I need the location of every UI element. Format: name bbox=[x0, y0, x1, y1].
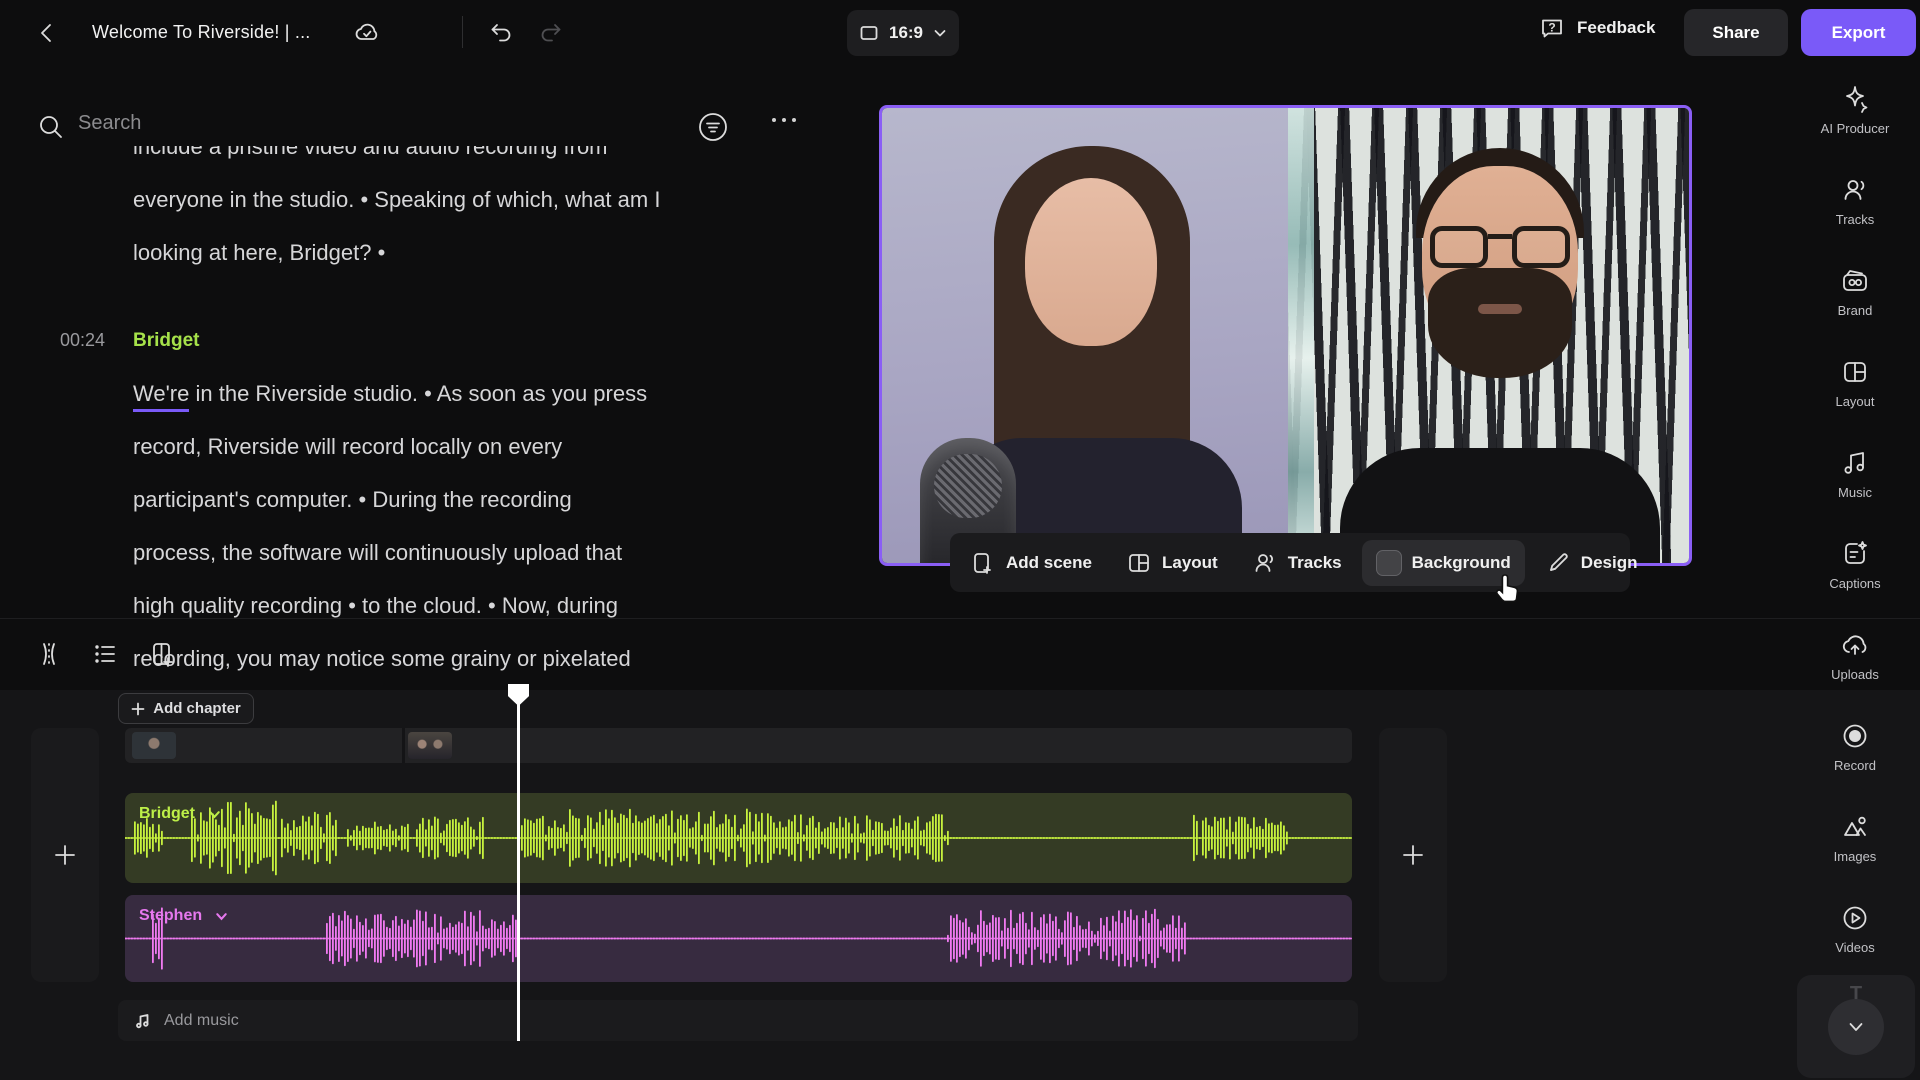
transcript-segment-header: 00:24 Bridget bbox=[60, 314, 760, 367]
playhead[interactable] bbox=[517, 700, 520, 1041]
sidebar-item-record[interactable]: Record bbox=[1790, 721, 1920, 791]
sidebar-collapse-button[interactable] bbox=[1828, 999, 1884, 1055]
highlighted-word[interactable]: We're bbox=[133, 381, 189, 412]
filter-icon[interactable] bbox=[696, 110, 730, 144]
export-button[interactable]: Export bbox=[1801, 9, 1916, 56]
add-track-left-button[interactable] bbox=[31, 728, 99, 982]
add-track-right-button[interactable] bbox=[1379, 728, 1447, 982]
add-scene-button[interactable]: Add scene bbox=[970, 550, 1092, 576]
transcript-panel[interactable]: include a pristine video and audio recor… bbox=[60, 146, 760, 676]
add-scene-icon bbox=[970, 550, 996, 576]
riverside-editor: Welcome To Riverside! | ... 16:9 ? Feedb… bbox=[0, 0, 1920, 1080]
bridget-waveform bbox=[125, 793, 1352, 883]
search-input[interactable] bbox=[78, 112, 438, 135]
tracks-button[interactable]: Tracks bbox=[1252, 550, 1342, 576]
more-options-icon[interactable] bbox=[772, 118, 796, 122]
add-scene-view-icon[interactable] bbox=[146, 637, 180, 671]
chevron-down-icon[interactable] bbox=[214, 909, 229, 924]
layout-icon bbox=[1126, 550, 1152, 576]
transcript-line[interactable]: record, Riverside will record locally on… bbox=[133, 420, 723, 473]
track-label-bridget[interactable]: Bridget bbox=[139, 805, 222, 823]
layout-button[interactable]: Layout bbox=[1126, 550, 1218, 576]
scene-thumbnail-1[interactable] bbox=[132, 732, 176, 759]
sidebar-item-music[interactable]: Music bbox=[1790, 448, 1920, 518]
speaker-video-stephen bbox=[1288, 108, 1692, 563]
undo-button[interactable] bbox=[486, 18, 516, 48]
redo-button[interactable] bbox=[536, 18, 566, 48]
help-bubble-icon: ? bbox=[1538, 14, 1566, 42]
video-preview[interactable] bbox=[879, 105, 1692, 566]
svg-text:?: ? bbox=[1548, 21, 1555, 35]
sidebar-item-tracks[interactable]: Tracks bbox=[1790, 175, 1920, 245]
segment-timestamp[interactable]: 00:24 bbox=[60, 314, 105, 367]
layout-icon bbox=[1840, 357, 1870, 387]
speaker-video-bridget bbox=[882, 108, 1288, 563]
project-title[interactable]: Welcome To Riverside! | ... bbox=[92, 22, 310, 43]
record-icon bbox=[1840, 721, 1870, 751]
captions-icon bbox=[1840, 539, 1870, 569]
design-pen-icon bbox=[1545, 550, 1571, 576]
feedback-label: Feedback bbox=[1577, 18, 1655, 38]
share-button[interactable]: Share bbox=[1684, 9, 1788, 56]
chevron-down-icon bbox=[1846, 1017, 1866, 1037]
track-label-stephen[interactable]: Stephen bbox=[139, 907, 229, 925]
preview-toolbar: Add scene Layout Tracks Background Desig… bbox=[950, 533, 1630, 592]
transcript-search-row bbox=[36, 110, 796, 146]
transcript-line[interactable]: participant's computer. • During the rec… bbox=[133, 473, 723, 526]
playhead-handle[interactable] bbox=[508, 684, 529, 706]
plus-icon bbox=[131, 702, 145, 716]
add-chapter-button[interactable]: Add chapter bbox=[118, 693, 254, 724]
controls-row: 00:24 / 01:16 Hide timeline bbox=[0, 618, 1920, 690]
list-view-icon[interactable] bbox=[88, 637, 122, 671]
sidebar-item-videos[interactable]: Videos bbox=[1790, 903, 1920, 973]
image-icon bbox=[1839, 812, 1871, 842]
transcript-line-clipped[interactable]: include a pristine video and audio recor… bbox=[133, 146, 723, 173]
sidebar-item-ai-producer[interactable]: AI Producer bbox=[1790, 84, 1920, 154]
sidebar-item-brand[interactable]: Brand bbox=[1790, 266, 1920, 336]
cursor-pointer bbox=[1494, 572, 1524, 606]
topbar-divider bbox=[462, 16, 463, 48]
people-icon bbox=[1840, 175, 1870, 205]
search-icon bbox=[36, 112, 66, 142]
feedback-button[interactable]: ? Feedback bbox=[1538, 14, 1655, 42]
scene-divider bbox=[402, 728, 405, 763]
stephen-waveform bbox=[125, 895, 1352, 982]
sparkle-icon bbox=[1840, 84, 1870, 114]
transcript-line[interactable]: everyone in the studio. • Speaking of wh… bbox=[133, 173, 723, 226]
transcript-line[interactable]: looking at here, Bridget? • bbox=[133, 226, 723, 279]
back-button[interactable] bbox=[32, 18, 62, 48]
scene-strip[interactable] bbox=[125, 728, 1352, 763]
trim-split-icon[interactable] bbox=[32, 637, 66, 671]
aspect-ratio-dropdown[interactable]: 16:9 bbox=[847, 10, 959, 56]
video-play-icon bbox=[1840, 903, 1870, 933]
timeline: Add chapter Bridget Stephen bbox=[0, 690, 1920, 1080]
tracks-people-icon bbox=[1252, 550, 1278, 576]
top-bar: Welcome To Riverside! | ... 16:9 ? Feedb… bbox=[0, 0, 1920, 66]
segment-speaker-name[interactable]: Bridget bbox=[133, 314, 200, 367]
aspect-rect-icon bbox=[858, 22, 880, 44]
music-note-icon bbox=[134, 1012, 152, 1030]
scene-thumbnail-2[interactable] bbox=[408, 732, 452, 759]
chevron-down-icon[interactable] bbox=[207, 807, 222, 822]
audio-track-bridget[interactable]: Bridget bbox=[125, 793, 1352, 883]
sidebar-item-captions[interactable]: Captions bbox=[1790, 539, 1920, 609]
sidebar-item-uploads[interactable]: Uploads bbox=[1790, 630, 1920, 700]
transcript-line[interactable]: We're in the Riverside studio. • As soon… bbox=[133, 367, 723, 420]
sidebar-more-panel: T bbox=[1797, 975, 1915, 1078]
transcript-line-rest: in the Riverside studio. • As soon as yo… bbox=[189, 381, 647, 406]
audio-track-stephen[interactable]: Stephen bbox=[125, 895, 1352, 982]
music-icon bbox=[1840, 448, 1870, 478]
add-music-row[interactable]: Add music bbox=[118, 1000, 1358, 1041]
brand-icon bbox=[1839, 266, 1871, 296]
sidebar-item-images[interactable]: Images bbox=[1790, 812, 1920, 882]
cloud-sync-icon bbox=[352, 18, 382, 48]
transcript-line[interactable]: process, the software will continuously … bbox=[133, 526, 723, 579]
background-swatch bbox=[1376, 550, 1402, 576]
design-button[interactable]: Design bbox=[1545, 550, 1638, 576]
sidebar-item-layout[interactable]: Layout bbox=[1790, 357, 1920, 427]
aspect-ratio-value: 16:9 bbox=[889, 23, 923, 43]
upload-cloud-icon bbox=[1839, 630, 1871, 660]
chevron-down-icon bbox=[932, 25, 948, 41]
